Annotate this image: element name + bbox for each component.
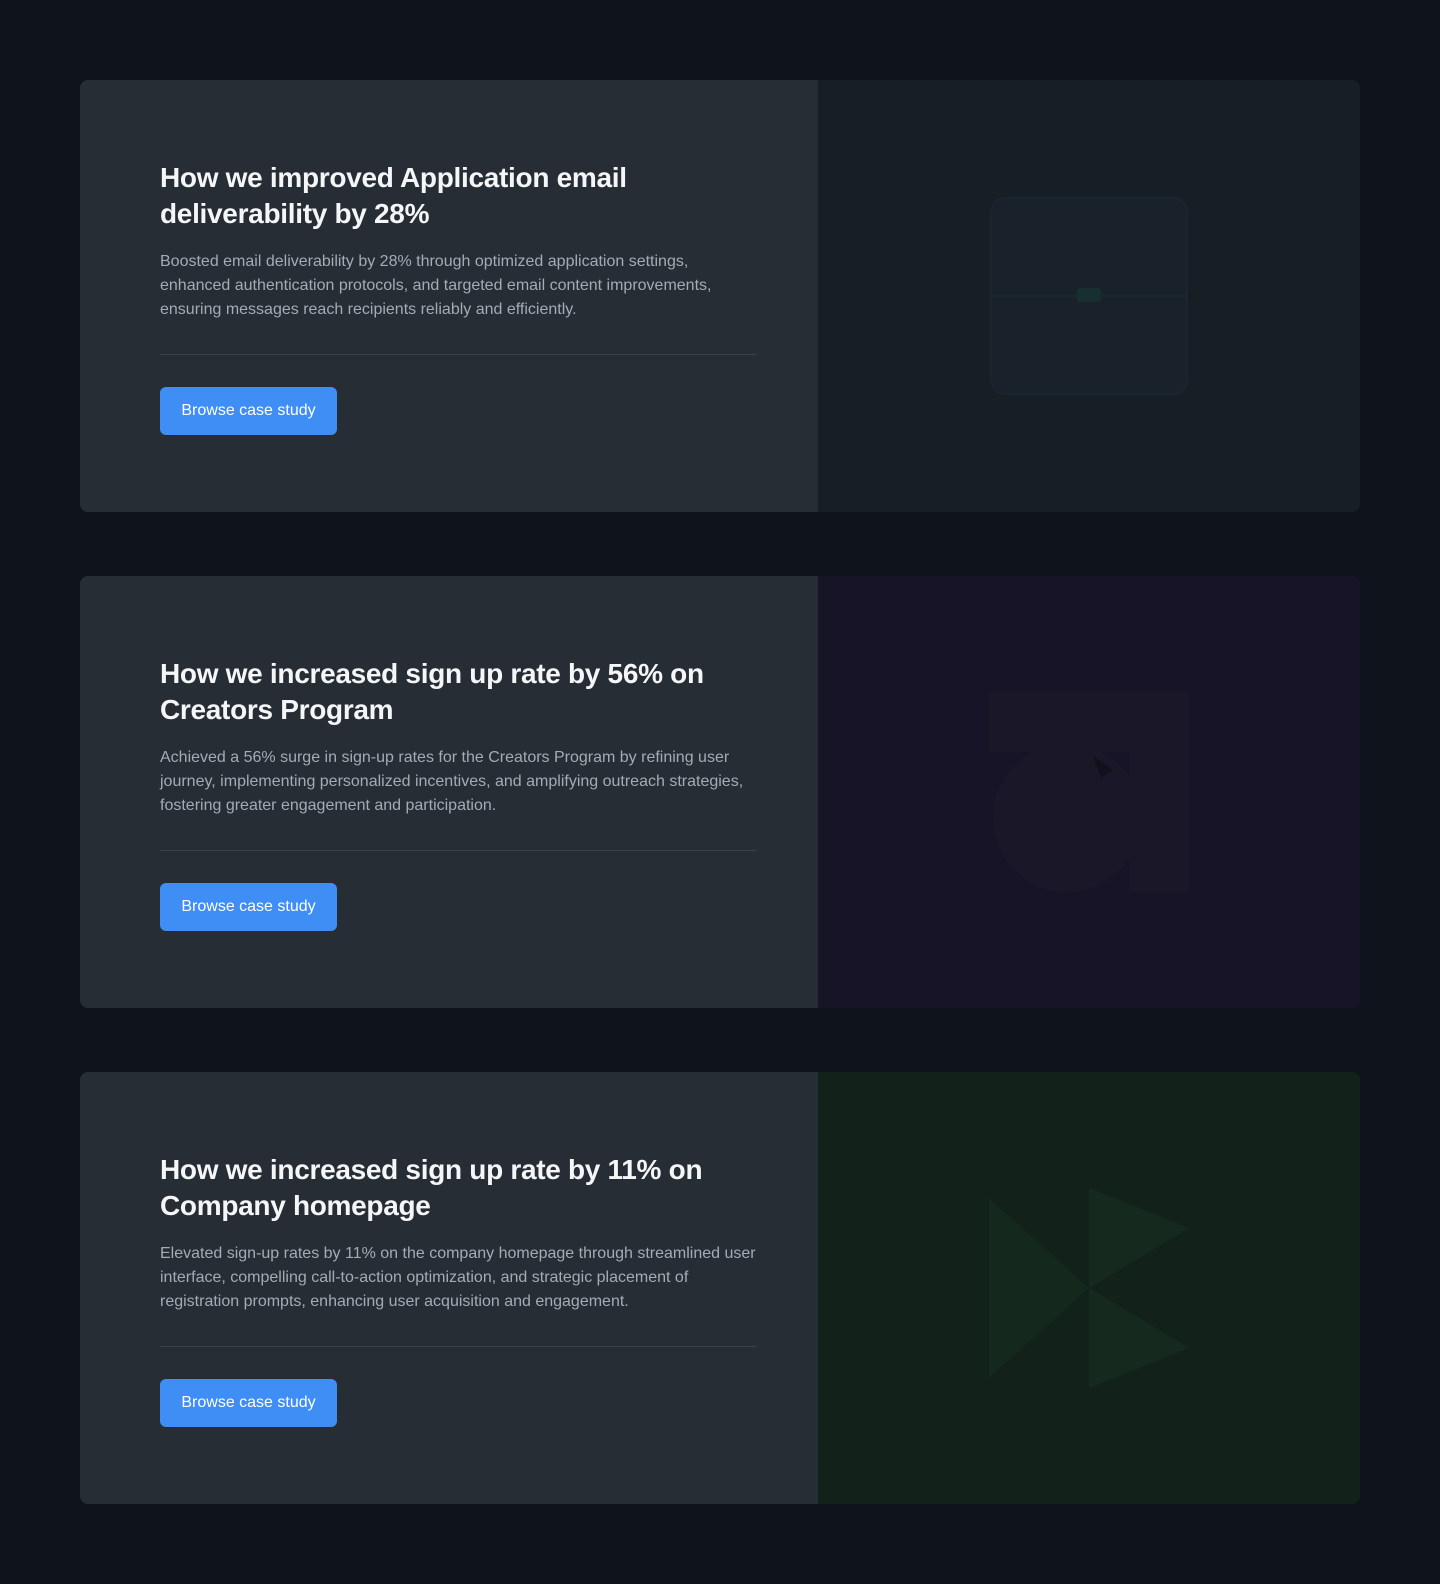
shapes-illustration-icon <box>989 692 1189 892</box>
browse-case-study-button[interactable]: Browse case study <box>160 883 337 931</box>
card-title: How we increased sign up rate by 11% on … <box>160 1154 703 1221</box>
divider <box>160 354 756 355</box>
case-study-card: How we increased sign up rate by 56% on … <box>80 576 1360 1008</box>
divider <box>160 1346 756 1347</box>
case-study-card: How we increased sign up rate by 11% on … <box>80 1072 1360 1504</box>
card-description: Achieved a 56% surge in sign-up rates fo… <box>160 749 744 814</box>
card-content: How we increased sign up rate by 56% on … <box>80 576 818 1008</box>
case-study-card: How we improved Application email delive… <box>80 80 1360 512</box>
card-description: Boosted email deliverability by 28% thro… <box>160 253 712 318</box>
browse-case-study-button[interactable]: Browse case study <box>160 1379 337 1427</box>
case-study-list: How we improved Application email delive… <box>80 80 1360 1504</box>
card-image <box>818 1072 1360 1504</box>
card-image <box>818 80 1360 512</box>
email-illustration-icon <box>990 197 1188 395</box>
arrows-illustration-icon <box>989 1188 1189 1388</box>
card-description: Elevated sign-up rates by 11% on the com… <box>160 1245 756 1310</box>
card-content: How we increased sign up rate by 11% on … <box>80 1072 818 1504</box>
browse-case-study-button[interactable]: Browse case study <box>160 387 337 435</box>
divider <box>160 850 756 851</box>
card-title: How we increased sign up rate by 56% on … <box>160 658 704 725</box>
card-title: How we improved Application email delive… <box>160 162 627 229</box>
card-content: How we improved Application email delive… <box>80 80 818 512</box>
card-image <box>818 576 1360 1008</box>
